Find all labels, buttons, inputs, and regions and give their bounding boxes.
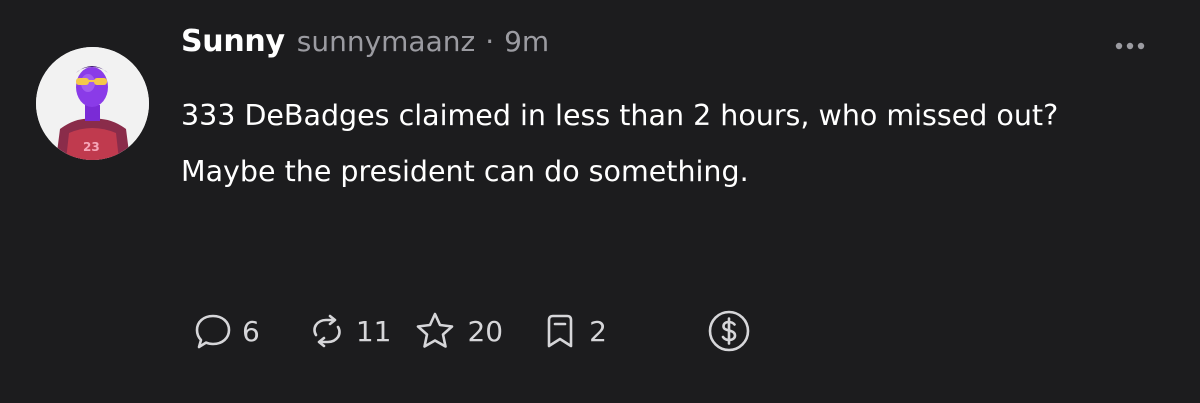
- avatar[interactable]: 23: [36, 47, 149, 160]
- post-header: Sunny sunnymaanz · 9m: [181, 24, 1171, 80]
- reply-count: 6: [242, 314, 260, 348]
- post-timestamp[interactable]: 9m: [504, 25, 549, 58]
- reply-icon: [195, 314, 231, 349]
- bookmark-button[interactable]: 2: [541, 311, 607, 351]
- meta-separator: ·: [485, 25, 495, 58]
- post-card: 23 Sunny sunnymaanz · 9m 333 DeBadges cl…: [0, 0, 1200, 403]
- svg-text:23: 23: [83, 140, 100, 154]
- reply-button[interactable]: 6: [194, 311, 260, 351]
- post-text-line-1: 333 DeBadges claimed in less than 2 hour…: [181, 99, 1059, 132]
- like-button[interactable]: 20: [413, 310, 503, 352]
- more-options-button[interactable]: [1112, 32, 1148, 60]
- star-icon: [417, 312, 454, 348]
- dollar-tip-icon: [708, 310, 750, 352]
- more-icon: [1115, 42, 1145, 50]
- tip-button[interactable]: [707, 309, 751, 353]
- author-handle[interactable]: sunnymaanz: [297, 25, 475, 58]
- bookmark-count: 2: [589, 314, 607, 348]
- bookmark-icon: [547, 314, 573, 348]
- avatar-image: 23: [36, 47, 149, 160]
- repost-count: 11: [355, 314, 392, 348]
- post-content: Sunny sunnymaanz · 9m 333 DeBadges claim…: [181, 24, 1171, 200]
- like-count: 20: [467, 314, 504, 348]
- post-text-line-2: Maybe the president can do something.: [181, 155, 749, 188]
- repost-button[interactable]: 11: [308, 311, 392, 351]
- author-name[interactable]: Sunny: [181, 24, 285, 59]
- post-body: 333 DeBadges claimed in less than 2 hour…: [181, 88, 1171, 200]
- repost-icon: [313, 314, 341, 348]
- post-actions: 6 11 20 2: [194, 306, 751, 356]
